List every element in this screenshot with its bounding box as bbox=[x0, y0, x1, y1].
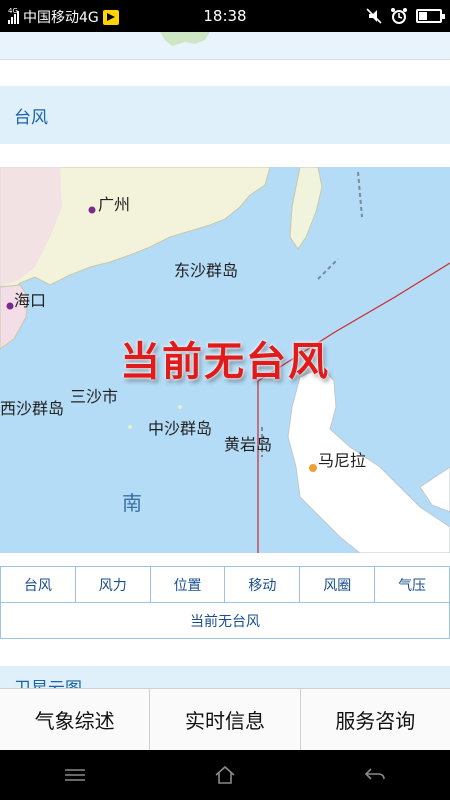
satellite-section-title: 卫星云图 bbox=[14, 674, 82, 689]
table-header: 台风 bbox=[0, 566, 76, 603]
tab-weather-overview[interactable]: 气象综述 bbox=[0, 689, 151, 750]
map-label-huangyan: 黄岩岛 bbox=[224, 435, 273, 454]
typhoon-info-table: 台风 风力 位置 移动 风圈 气压 当前无台风 bbox=[0, 566, 450, 639]
home-icon[interactable] bbox=[205, 760, 245, 790]
satellite-section-header: 卫星云图 bbox=[0, 666, 450, 688]
map-label-dongsha: 东沙群岛 bbox=[174, 261, 239, 280]
map-label-xisha: 西沙群岛 bbox=[0, 399, 65, 418]
bottom-tab-bar: 气象综述 实时信息 服务咨询 bbox=[0, 688, 450, 750]
table-header: 移动 bbox=[224, 566, 301, 603]
map-label-zhongsha: 中沙群岛 bbox=[148, 419, 213, 438]
table-empty-message: 当前无台风 bbox=[0, 602, 450, 639]
map-label-haikou: 海口 bbox=[14, 291, 47, 310]
alarm-icon bbox=[391, 8, 407, 24]
table-header-row: 台风 风力 位置 移动 风圈 气压 bbox=[0, 566, 450, 603]
table-header: 位置 bbox=[149, 566, 226, 603]
table-row: 当前无台风 bbox=[0, 602, 450, 639]
table-header: 风力 bbox=[74, 566, 151, 603]
table-header: 气压 bbox=[374, 566, 450, 603]
typhoon-section-header: 台风 bbox=[0, 86, 450, 144]
typhoon-map[interactable]: 广州 海口 东沙群岛 三沙市 西沙群岛 中沙群岛 黄岩岛 马尼拉 南 当前无台风 bbox=[0, 167, 450, 553]
back-icon[interactable] bbox=[355, 760, 395, 790]
table-header: 风圈 bbox=[299, 566, 376, 603]
map-label-sea: 南 bbox=[122, 491, 142, 515]
status-right bbox=[366, 7, 445, 25]
battery-icon bbox=[416, 9, 445, 23]
mute-icon bbox=[366, 8, 382, 24]
content-scroll[interactable]: 台风 广州 海口 东沙群岛 三沙市 西沙群岛 中沙群岛 黄岩岛 马尼拉 南 当前… bbox=[0, 32, 450, 688]
status-bar: 4G 中国移动4G 18:38 bbox=[0, 0, 450, 32]
tab-service-consult[interactable]: 服务咨询 bbox=[300, 689, 450, 750]
typhoon-section-title: 台风 bbox=[14, 107, 48, 128]
map-label-guangzhou: 广州 bbox=[98, 195, 131, 214]
menu-icon[interactable] bbox=[55, 760, 95, 790]
tab-realtime-info[interactable]: 实时信息 bbox=[150, 689, 301, 750]
previous-map-edge bbox=[0, 32, 450, 60]
system-nav-bar bbox=[0, 750, 450, 800]
no-typhoon-notice: 当前无台风 bbox=[120, 339, 330, 385]
map-label-manila: 马尼拉 bbox=[318, 451, 367, 470]
